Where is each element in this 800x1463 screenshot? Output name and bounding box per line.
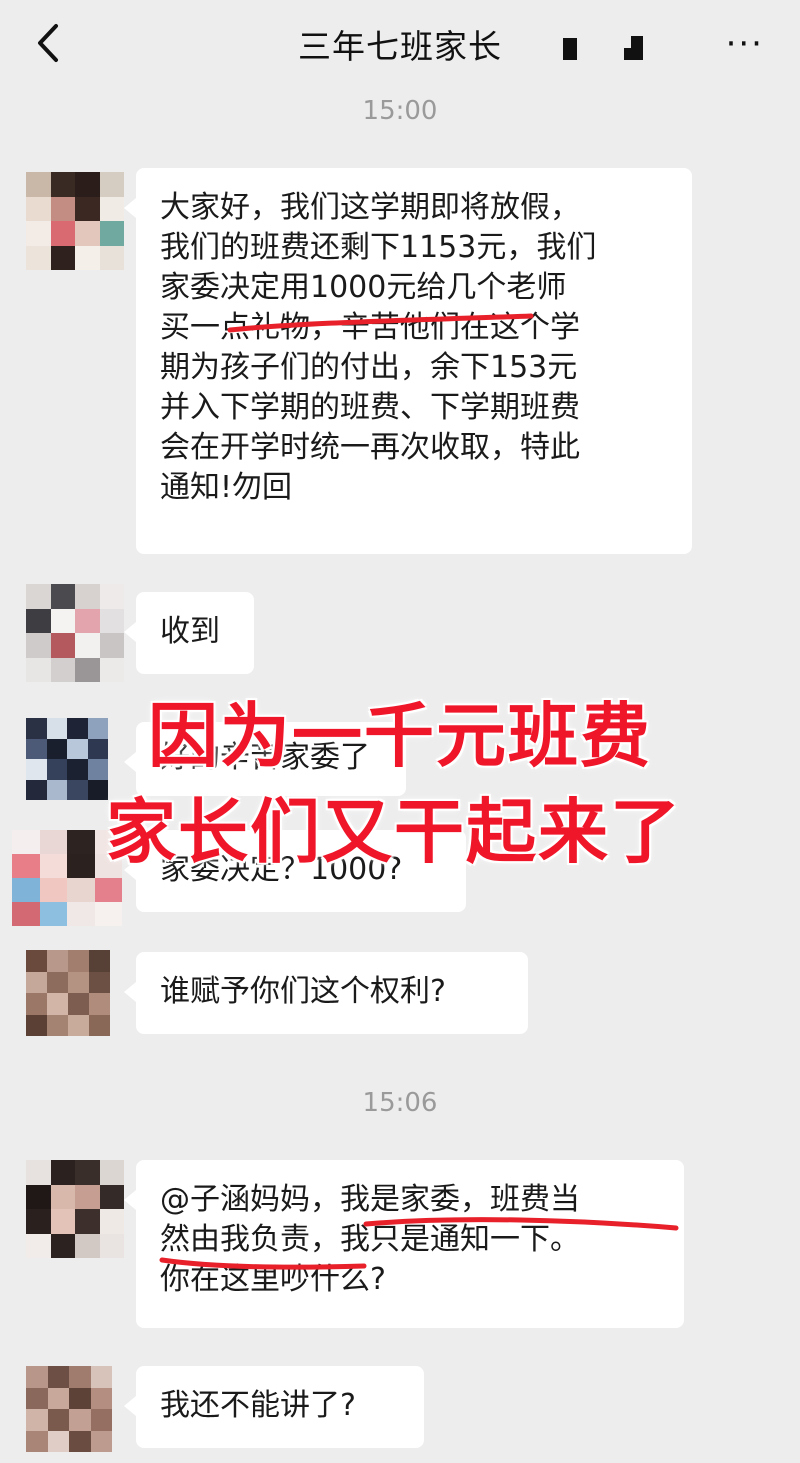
overlay-caption-line1: 因为一千元班费 xyxy=(148,695,652,777)
message-text: 期为孩子们的付出，余下153元 xyxy=(160,350,578,385)
avatar[interactable] xyxy=(26,1366,112,1452)
message-text: 并入下学期的班费、下学期班费 xyxy=(160,390,580,425)
red-underline xyxy=(227,313,534,333)
timestamp: 15:06 xyxy=(362,1088,438,1118)
message-bubble: 收到 xyxy=(124,592,254,674)
message-text: 收到 xyxy=(160,614,220,649)
more-options-button[interactable]: ··· xyxy=(726,24,764,64)
red-underline xyxy=(159,1257,367,1270)
message-text: 会在开学时统一再次收取，特此 xyxy=(160,430,580,465)
message-bubble: 谁赋予你们这个权利? xyxy=(124,952,528,1034)
avatar[interactable] xyxy=(26,172,124,270)
message-text: 谁赋予你们这个权利? xyxy=(160,974,446,1009)
message-text: 大家好，我们这学期即将放假， xyxy=(160,190,580,225)
red-underline xyxy=(363,1217,679,1231)
avatar[interactable] xyxy=(26,1160,124,1258)
timestamp: 15:00 xyxy=(362,96,438,126)
message-text: 家委决定用1000元给几个老师 xyxy=(160,270,567,305)
avatar[interactable] xyxy=(26,584,124,682)
message-bubble: 我还不能讲了? xyxy=(124,1366,424,1448)
message-bubble: @子涵妈妈，我是家委，班费当 然由我负责，我只是通知一下。 你在这里吵什么? xyxy=(124,1160,684,1328)
chat-title: 三年七班家长 xyxy=(298,27,502,66)
avatar[interactable] xyxy=(26,950,110,1036)
message-text: 我们的班费还剩下1153元，我们 xyxy=(160,230,597,265)
message-text: 通知!勿回 xyxy=(160,470,293,505)
signal-mark xyxy=(563,38,577,60)
message-text: 我还不能讲了? xyxy=(160,1388,356,1423)
message-bubble: 大家好，我们这学期即将放假， 我们的班费还剩下1153元，我们 家委决定用100… xyxy=(124,168,692,554)
signal-mark xyxy=(631,36,643,60)
overlay-caption-line2: 家长们又干起来了 xyxy=(106,791,682,873)
chat-header: 三年七班家长 ··· xyxy=(0,0,800,90)
